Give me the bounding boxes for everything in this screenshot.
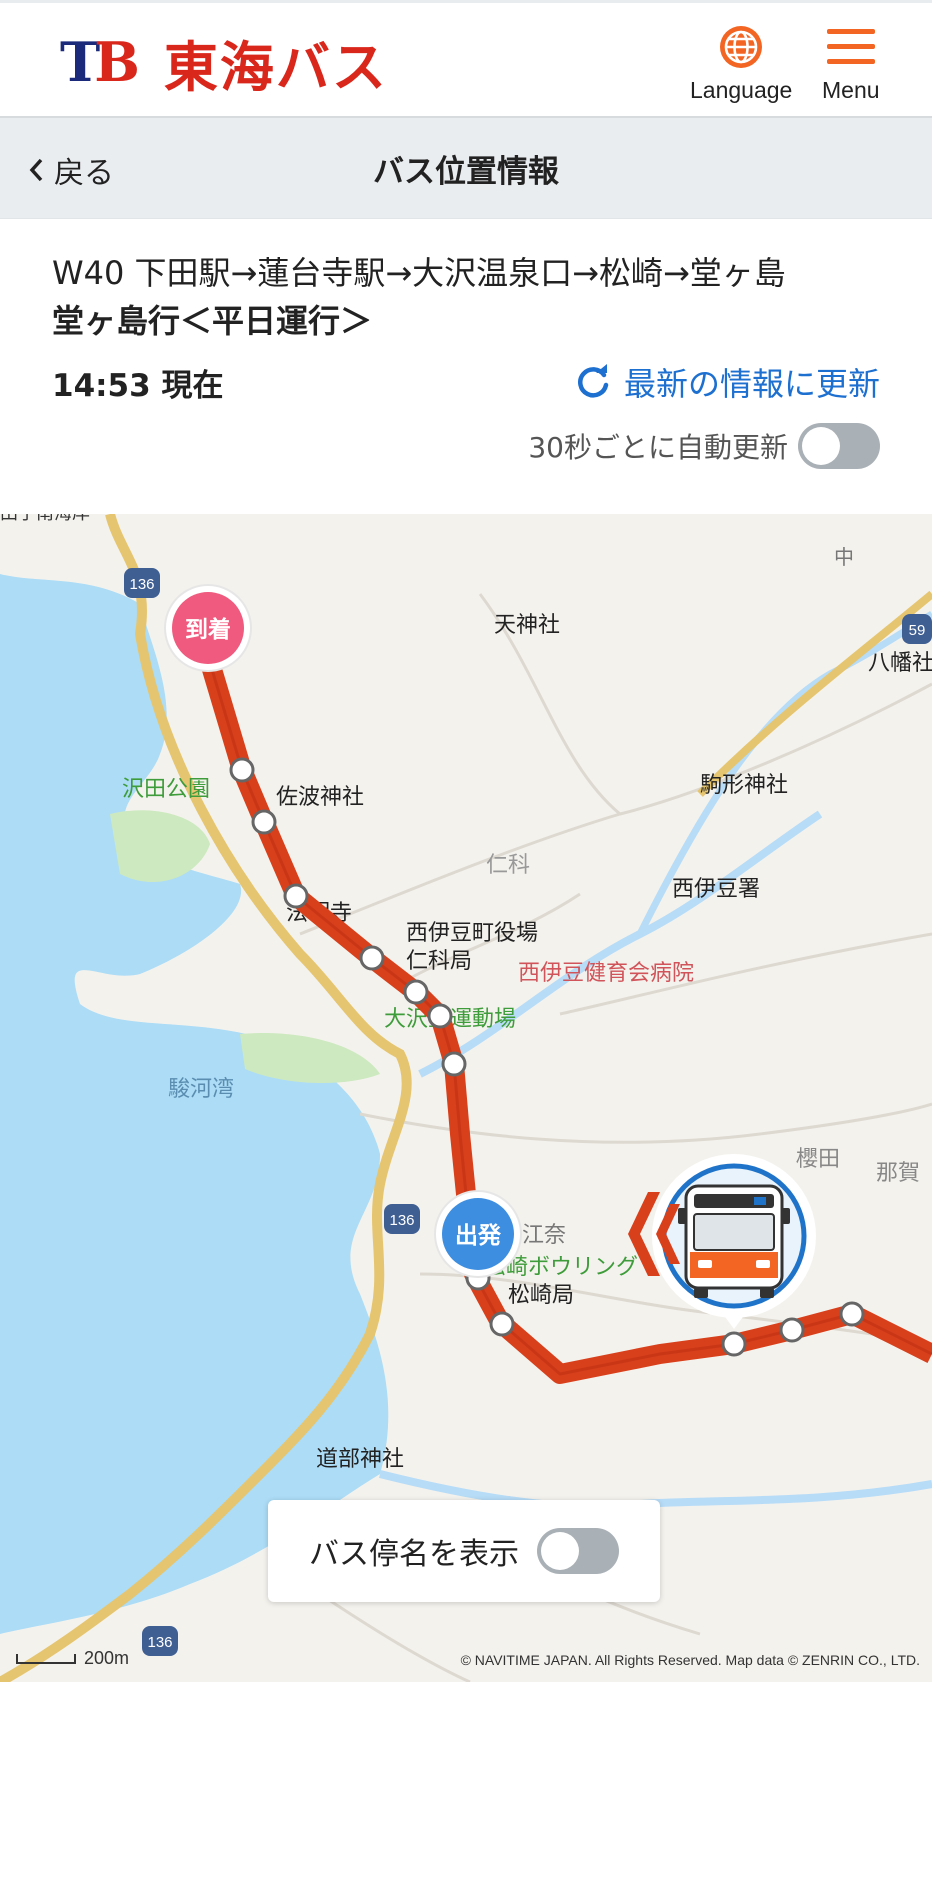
bus-stop[interactable] xyxy=(403,979,429,1005)
page-title: バス位置情報 xyxy=(373,154,559,190)
bus-stop[interactable] xyxy=(251,809,277,835)
refresh-icon xyxy=(578,364,609,398)
app-frame: TB 東海バス Language Menu 戻る バス位置情報 W40 下田駅→… xyxy=(0,0,932,1896)
label-dobu-shrine: 道部神社 xyxy=(316,1447,404,1472)
depart-label: 出発 xyxy=(455,1223,502,1249)
bus-stop[interactable] xyxy=(779,1317,805,1343)
bus-stop[interactable] xyxy=(489,1311,515,1337)
menu-button[interactable]: Menu xyxy=(822,23,880,104)
auto-refresh-label: 30秒ごとに自動更新 xyxy=(528,431,788,464)
toggle-knob xyxy=(802,427,840,465)
toggle-knob xyxy=(541,1532,579,1570)
label-town-office: 西伊豆町役場 xyxy=(406,921,538,946)
show-stop-names-toggle[interactable] xyxy=(537,1528,619,1574)
svg-text:136: 136 xyxy=(129,576,154,593)
show-stop-names-panel: バス停名を表示 xyxy=(268,1500,660,1602)
auto-refresh-toggle[interactable] xyxy=(798,423,880,469)
bus-stop[interactable] xyxy=(359,945,385,971)
label-nishina-post: 仁科局 xyxy=(406,949,472,974)
label-naka: 那賀 xyxy=(876,1161,920,1186)
language-button[interactable]: Language xyxy=(690,23,792,104)
scale-label: 200m xyxy=(84,1648,130,1668)
status-row: 14:53 現在 最新の情報に更新 xyxy=(52,359,880,405)
label-top-left: 田子南海岸 xyxy=(0,514,90,524)
tokai-bus-logo[interactable]: TB 東海バス xyxy=(60,30,388,99)
arrive-marker[interactable]: 到着 xyxy=(164,584,252,672)
label-sawada-park: 沢田公園 xyxy=(122,777,210,802)
arrive-label: 到着 xyxy=(185,616,231,643)
route-shield-136: 136 xyxy=(384,1204,420,1234)
menu-label: Menu xyxy=(822,77,880,103)
bus-icon xyxy=(678,1184,790,1298)
label-nishiizu-police: 西伊豆署 xyxy=(672,877,760,902)
globe-icon xyxy=(720,26,763,68)
bus-stop[interactable] xyxy=(229,757,255,783)
bus-stop[interactable] xyxy=(283,883,309,909)
label-tenjinja: 天神社 xyxy=(494,613,560,638)
route-shield-136: 136 xyxy=(124,568,160,598)
label-suruga-bay: 駿河湾 xyxy=(168,1077,234,1102)
svg-text:59: 59 xyxy=(909,622,926,639)
map-copyright: © NAVITIME JAPAN. All Rights Reserved. M… xyxy=(460,1652,920,1668)
svg-text:136: 136 xyxy=(389,1212,414,1229)
label-sakurada: 櫻田 xyxy=(796,1147,840,1172)
language-label: Language xyxy=(690,77,793,103)
refresh-button[interactable]: 最新の情報に更新 xyxy=(574,359,880,405)
label-hachiman: 八幡社 xyxy=(868,651,932,676)
scale-bar xyxy=(16,1653,76,1664)
label-ena: 江奈 xyxy=(522,1223,566,1248)
site-header: TB 東海バス Language Menu xyxy=(0,0,932,118)
map-scale: 200m xyxy=(16,1648,129,1669)
bus-stop[interactable] xyxy=(839,1301,865,1327)
label-sawa-shrine: 佐波神社 xyxy=(276,785,364,810)
route-info: W40 下田駅→蓮台寺駅→大沢温泉口→松崎→堂ヶ島 堂ヶ島行＜平日運行＞ 14:… xyxy=(0,219,932,515)
bus-stop[interactable] xyxy=(721,1331,747,1357)
logo-mark: TB xyxy=(60,30,140,94)
auto-refresh-row: 30秒ごとに自動更新 xyxy=(52,423,880,469)
label-matsuzaki-post: 松崎局 xyxy=(508,1283,574,1308)
label-hospital: 西伊豆健育会病院 xyxy=(518,961,694,986)
svg-text:136: 136 xyxy=(147,1634,172,1651)
logo-text: 東海バス xyxy=(163,35,388,99)
title-bar: 戻る バス位置情報 xyxy=(0,118,932,219)
bus-stop[interactable] xyxy=(441,1051,467,1077)
current-time: 14:53 現在 xyxy=(52,367,224,404)
label-naka-top: 中 xyxy=(834,545,854,569)
route-name: W40 下田駅→蓮台寺駅→大沢温泉口→松崎→堂ヶ島 xyxy=(52,254,786,292)
hamburger-icon xyxy=(826,29,875,64)
route-destination: 堂ヶ島行＜平日運行＞ xyxy=(52,302,373,340)
route-shield-59: 59 xyxy=(902,614,932,644)
label-komagata: 駒形神社 xyxy=(700,773,788,798)
route-shield-136: 136 xyxy=(142,1626,178,1656)
show-stop-names-label: バス停名を表示 xyxy=(309,1537,519,1572)
label-nishina: 仁科 xyxy=(486,853,530,878)
refresh-label: 最新の情報に更新 xyxy=(623,365,880,403)
bus-stop[interactable] xyxy=(427,1003,453,1029)
depart-marker[interactable]: 出発 xyxy=(434,1190,522,1278)
